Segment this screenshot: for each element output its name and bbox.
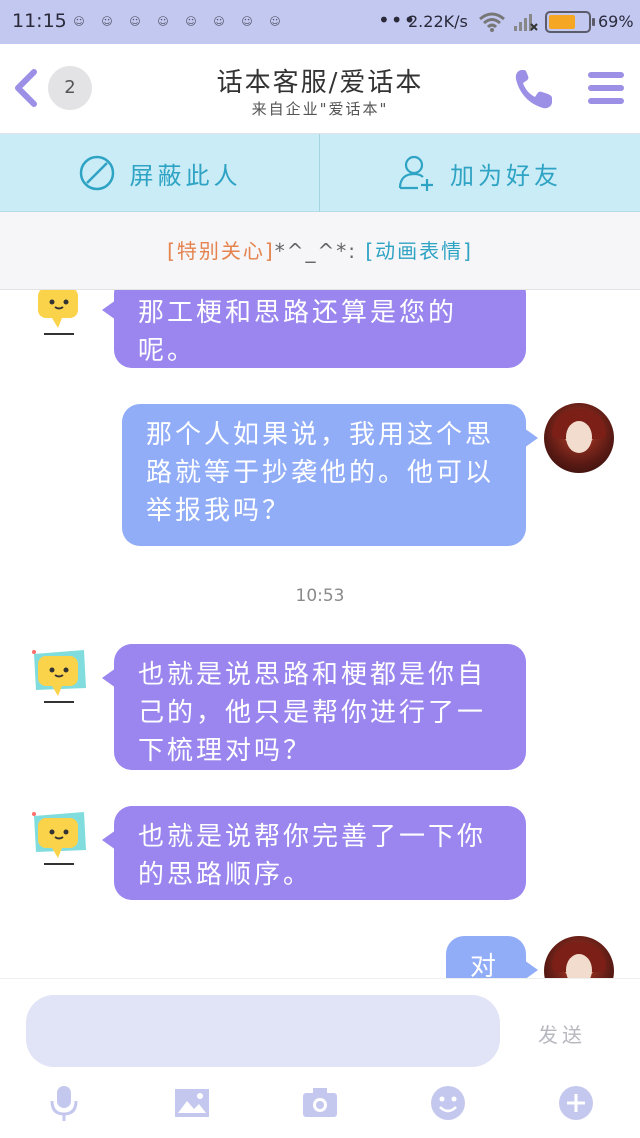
- animated-emoji-link[interactable]: [动画表情]: [365, 239, 473, 263]
- notification-icon: ☺: [101, 15, 113, 28]
- block-user-label: 屏蔽此人: [129, 161, 242, 190]
- signal-icon: [514, 14, 538, 31]
- notification-icon: ☺: [213, 15, 225, 28]
- notification-icon: ☺: [269, 15, 281, 28]
- plus-icon[interactable]: [556, 1083, 596, 1123]
- status-bar: 11:15 ☺ ☺ ☺ ☺ ☺ ☺ ☺ ☺ ••• 2.22K/s 69%: [0, 0, 640, 44]
- status-time: 11:15: [12, 10, 67, 32]
- chat-header: 2 话本客服/爱话本 来自企业"爱话本": [0, 44, 640, 134]
- tip-emoticon: *^_^*:: [274, 239, 366, 263]
- message-list[interactable]: 那工梗和思路还算是您的呢。 那个人如果说，我用这个思路就等于抄袭他的。他可以举报…: [0, 290, 640, 978]
- message-bubble[interactable]: 那工梗和思路还算是您的呢。: [102, 290, 526, 368]
- camera-icon[interactable]: [300, 1083, 340, 1123]
- message-input[interactable]: [26, 995, 500, 1067]
- message-bubble[interactable]: 那个人如果说，我用这个思路就等于抄袭他的。他可以举报我吗？: [122, 404, 538, 546]
- notification-icon: ☺: [241, 15, 253, 28]
- user-avatar-icon[interactable]: [544, 403, 614, 473]
- composer: 发送: [0, 978, 640, 1138]
- image-icon[interactable]: [172, 1083, 212, 1123]
- notification-icon: ☺: [129, 15, 141, 28]
- notification-icon: ☺: [157, 15, 169, 28]
- special-care-tip[interactable]: [特别关心]*^_^*: [动画表情]: [0, 212, 640, 290]
- send-button[interactable]: 发送: [522, 1019, 602, 1048]
- bot-avatar-icon[interactable]: [28, 644, 92, 716]
- add-friend-icon: [398, 155, 433, 191]
- message-bubble[interactable]: 也就是说思路和梗都是你自己的，他只是帮你进行了一下梳理对吗？: [102, 644, 526, 770]
- block-icon: [79, 155, 114, 191]
- menu-icon[interactable]: [588, 72, 624, 106]
- phone-icon[interactable]: [512, 66, 554, 112]
- add-friend-label: 加为好友: [450, 161, 562, 190]
- action-bar: 屏蔽此人 加为好友: [0, 134, 640, 212]
- battery-icon: [545, 11, 595, 33]
- add-friend-button[interactable]: 加为好友: [320, 134, 640, 212]
- composer-toolbar: [0, 1083, 640, 1123]
- block-user-button[interactable]: 屏蔽此人: [0, 134, 320, 212]
- battery-fill: [549, 15, 575, 29]
- message-timestamp: 10:53: [295, 586, 345, 606]
- emoji-icon[interactable]: [428, 1083, 468, 1123]
- wifi-icon: [479, 12, 505, 32]
- network-speed: 2.22K/s: [408, 12, 468, 31]
- notification-icons: ☺ ☺ ☺ ☺ ☺ ☺ ☺ ☺: [70, 14, 284, 30]
- notification-icon: ☺: [73, 15, 85, 28]
- message-bubble[interactable]: 对: [446, 936, 538, 978]
- special-care-label: [特别关心]: [167, 239, 275, 263]
- user-avatar-icon[interactable]: [544, 936, 614, 978]
- microphone-icon[interactable]: [44, 1083, 84, 1123]
- bot-avatar-icon[interactable]: [28, 806, 92, 878]
- battery-percent: 69%: [598, 12, 634, 31]
- message-bubble[interactable]: 也就是说帮你完善了一下你的思路顺序。: [102, 806, 526, 900]
- bot-avatar-icon[interactable]: [28, 290, 92, 348]
- notification-icon: ☺: [185, 15, 197, 28]
